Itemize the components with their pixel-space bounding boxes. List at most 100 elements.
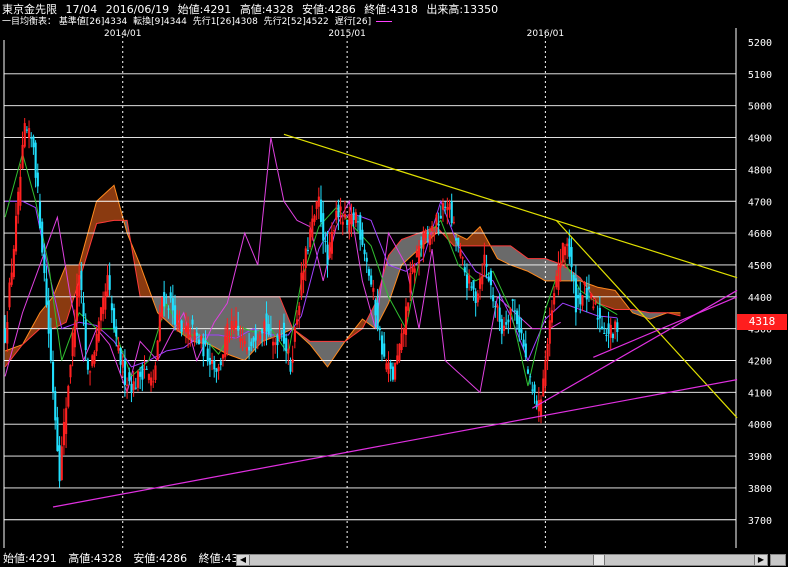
candle-down [202, 338, 205, 357]
candle-down [139, 371, 142, 377]
candle-down [119, 348, 122, 365]
candle-down [58, 445, 61, 482]
candle-up [343, 214, 347, 218]
candle-up [555, 276, 558, 288]
candle-down [489, 270, 493, 286]
candle-down [570, 247, 573, 268]
candle-down [180, 320, 183, 332]
price-tick-label: 3700 [748, 516, 772, 527]
legend-title: 一目均衡表： [2, 17, 57, 27]
candle-down [322, 213, 325, 241]
candle-up [404, 306, 408, 335]
price-tick-label: 4600 [748, 229, 772, 240]
candle-up [540, 399, 543, 417]
candle-down [498, 307, 501, 322]
candle-down [457, 237, 460, 246]
scrollbar-thumb[interactable] [593, 555, 605, 565]
candle-up [407, 302, 410, 311]
trend-line-yellow [555, 219, 738, 419]
candle-up [614, 321, 617, 328]
candle-down [280, 336, 283, 338]
candle-up [263, 321, 266, 332]
candle-down [267, 323, 270, 335]
candle-up [476, 293, 479, 303]
candle-up [228, 335, 231, 337]
candle-up [224, 336, 227, 358]
price-chart[interactable]: 5200510050004900480047004600450044004300… [0, 28, 788, 548]
chart-gridlines [3, 28, 737, 548]
ichimoku-cloud [4, 184, 681, 368]
candle-up [422, 233, 425, 249]
candle-up [23, 123, 26, 147]
candle-down [359, 214, 362, 240]
candle-up [409, 272, 412, 293]
candle-up [483, 254, 486, 266]
candle-down [389, 362, 392, 369]
candle-down [36, 172, 39, 187]
candle-down [520, 329, 523, 334]
candle-up [415, 250, 418, 258]
candle-up [182, 328, 185, 330]
legend-tenkan: 転換[9]4344 [133, 17, 187, 27]
candle-up [553, 293, 556, 305]
footer-ohlc: 始値:4291 高値:4328 安値:4286 終値:4318 [3, 550, 260, 566]
candle-up [156, 340, 159, 360]
zoom-button[interactable] [770, 554, 786, 566]
candle-up [335, 210, 338, 220]
candle-up [187, 323, 190, 339]
candle-up [104, 291, 107, 310]
candle-down [474, 291, 477, 303]
candle-up [328, 242, 331, 258]
candle-down [574, 278, 577, 313]
candle-down [326, 244, 329, 265]
candle-up [136, 371, 140, 388]
candle-up [67, 386, 70, 407]
candle-up [200, 335, 203, 341]
candle-down [45, 278, 48, 306]
candle-up [91, 355, 94, 366]
candle-up [89, 371, 92, 373]
candle-down [370, 275, 373, 285]
candle-down [197, 339, 201, 344]
candle-down [4, 328, 7, 343]
candle-down [485, 263, 488, 267]
candle-down [465, 274, 469, 289]
price-tick-label: 4100 [748, 388, 772, 399]
candle-up [132, 381, 135, 391]
chart-scrollbar[interactable]: ◀ ▶ [236, 554, 768, 566]
candle-down [285, 338, 288, 352]
candle-up [563, 246, 567, 256]
candle-up [154, 365, 157, 380]
candle-down [531, 389, 534, 391]
candle-up [184, 326, 188, 333]
candle-down [215, 368, 218, 372]
candle-down [30, 137, 33, 139]
candle-down [380, 335, 384, 355]
candle-down [500, 319, 503, 334]
candle-up [400, 333, 403, 351]
candle-up [10, 272, 13, 285]
candle-down [463, 267, 466, 273]
candle-up [121, 360, 124, 367]
candle-up [542, 378, 545, 397]
candle-up [581, 295, 584, 306]
candle-down [80, 270, 83, 291]
candle-up [14, 215, 18, 252]
candle-up [95, 333, 98, 352]
candle-down [391, 366, 394, 380]
candle-up [300, 272, 303, 296]
candle-down [47, 300, 50, 334]
candle-up [97, 321, 100, 342]
candle-up [592, 306, 595, 309]
candle-up [333, 230, 336, 232]
candle-up [274, 342, 277, 345]
candle-up [396, 355, 399, 364]
candle-up [509, 308, 512, 315]
scroll-left-arrow-icon[interactable]: ◀ [237, 555, 250, 565]
candle-down [130, 383, 133, 393]
candle-down [265, 313, 268, 332]
candle-up [544, 360, 547, 386]
scroll-right-arrow-icon[interactable]: ▶ [754, 555, 767, 565]
date-axis: 2014/01 2015/01 2016/01 [104, 29, 564, 39]
candle-down [505, 322, 508, 325]
